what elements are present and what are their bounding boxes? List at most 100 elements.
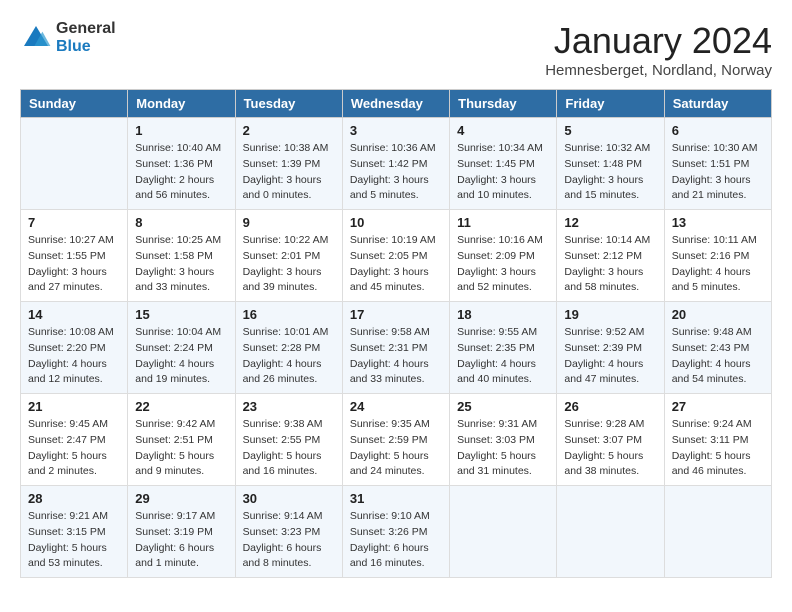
day-cell: 23 Sunrise: 9:38 AMSunset: 2:55 PMDayligh… xyxy=(235,394,342,486)
day-info: Sunrise: 10:22 AMSunset: 2:01 PMDaylight… xyxy=(243,233,335,296)
subtitle: Hemnesberget, Nordland, Norway xyxy=(545,62,772,79)
day-info: Sunrise: 10:36 AMSunset: 1:42 PMDaylight… xyxy=(350,141,442,204)
day-number: 1 xyxy=(135,123,227,138)
day-number: 31 xyxy=(350,491,442,506)
day-info: Sunrise: 10:14 AMSunset: 2:12 PMDaylight… xyxy=(564,233,656,296)
day-cell: 4 Sunrise: 10:34 AMSunset: 1:45 PMDayligh… xyxy=(450,118,557,210)
day-info: Sunrise: 10:01 AMSunset: 2:28 PMDaylight… xyxy=(243,325,335,388)
day-cell: 28Sunrise: 9:21 AMSunset: 3:15 PMDayligh… xyxy=(21,486,128,578)
day-info: Sunrise: 9:28 AMSunset: 3:07 PMDaylight:… xyxy=(564,417,656,480)
day-info: Sunrise: 10:04 AMSunset: 2:24 PMDaylight… xyxy=(135,325,227,388)
logo: General Blue xyxy=(20,20,116,55)
month-title: January 2024 xyxy=(545,20,772,62)
day-cell: 15Sunrise: 10:04 AMSunset: 2:24 PMDaylig… xyxy=(128,302,235,394)
day-cell: 8 Sunrise: 10:25 AMSunset: 1:58 PMDayligh… xyxy=(128,210,235,302)
day-cell: 22Sunrise: 9:42 AMSunset: 2:51 PMDayligh… xyxy=(128,394,235,486)
day-info: Sunrise: 9:10 AMSunset: 3:26 PMDaylight:… xyxy=(350,509,442,572)
day-cell: 2 Sunrise: 10:38 AMSunset: 1:39 PMDayligh… xyxy=(235,118,342,210)
day-number: 25 xyxy=(457,399,549,414)
day-info: Sunrise: 10:38 AMSunset: 1:39 PMDaylight… xyxy=(243,141,335,204)
day-info: Sunrise: 10:30 AMSunset: 1:51 PMDaylight… xyxy=(672,141,764,204)
day-number: 9 xyxy=(243,215,335,230)
day-info: Sunrise: 10:11 AMSunset: 2:16 PMDaylight… xyxy=(672,233,764,296)
day-info: Sunrise: 9:24 AMSunset: 3:11 PMDaylight:… xyxy=(672,417,764,480)
day-info: Sunrise: 9:55 AMSunset: 2:35 PMDaylight:… xyxy=(457,325,549,388)
day-number: 7 xyxy=(28,215,120,230)
day-cell xyxy=(557,486,664,578)
day-cell: 7 Sunrise: 10:27 AMSunset: 1:55 PMDayligh… xyxy=(21,210,128,302)
header: General Blue January 2024 Hemnesberget, … xyxy=(20,20,772,79)
day-number: 23 xyxy=(243,399,335,414)
day-number: 17 xyxy=(350,307,442,322)
day-number: 14 xyxy=(28,307,120,322)
day-number: 30 xyxy=(243,491,335,506)
day-number: 19 xyxy=(564,307,656,322)
day-cell xyxy=(450,486,557,578)
day-cell: 21 Sunrise: 9:45 AMSunset: 2:47 PMDayligh… xyxy=(21,394,128,486)
header-cell-monday: Monday xyxy=(128,90,235,118)
day-number: 13 xyxy=(672,215,764,230)
day-cell: 16 Sunrise: 10:01 AMSunset: 2:28 PMDaylig… xyxy=(235,302,342,394)
day-number: 11 xyxy=(457,215,549,230)
title-area: January 2024 Hemnesberget, Nordland, Nor… xyxy=(545,20,772,79)
day-cell: 13 Sunrise: 10:11 AMSunset: 2:16 PMDaylig… xyxy=(664,210,771,302)
day-cell: 11Sunrise: 10:16 AMSunset: 2:09 PMDaylig… xyxy=(450,210,557,302)
logo-blue: Blue xyxy=(56,38,116,56)
day-cell: 18 Sunrise: 9:55 AMSunset: 2:35 PMDayligh… xyxy=(450,302,557,394)
day-number: 27 xyxy=(672,399,764,414)
day-cell: 30 Sunrise: 9:14 AMSunset: 3:23 PMDayligh… xyxy=(235,486,342,578)
day-cell: 9 Sunrise: 10:22 AMSunset: 2:01 PMDayligh… xyxy=(235,210,342,302)
day-number: 20 xyxy=(672,307,764,322)
day-number: 10 xyxy=(350,215,442,230)
day-info: Sunrise: 10:32 AMSunset: 1:48 PMDaylight… xyxy=(564,141,656,204)
day-info: Sunrise: 10:25 AMSunset: 1:58 PMDaylight… xyxy=(135,233,227,296)
day-cell: 5 Sunrise: 10:32 AMSunset: 1:48 PMDayligh… xyxy=(557,118,664,210)
day-number: 26 xyxy=(564,399,656,414)
day-info: Sunrise: 9:38 AMSunset: 2:55 PMDaylight:… xyxy=(243,417,335,480)
day-cell xyxy=(664,486,771,578)
day-info: Sunrise: 9:45 AMSunset: 2:47 PMDaylight:… xyxy=(28,417,120,480)
day-number: 12 xyxy=(564,215,656,230)
day-number: 6 xyxy=(672,123,764,138)
day-cell: 17Sunrise: 9:58 AMSunset: 2:31 PMDayligh… xyxy=(342,302,449,394)
day-info: Sunrise: 9:48 AMSunset: 2:43 PMDaylight:… xyxy=(672,325,764,388)
calendar-table: SundayMondayTuesdayWednesdayThursdayFrid… xyxy=(20,89,772,578)
day-info: Sunrise: 9:42 AMSunset: 2:51 PMDaylight:… xyxy=(135,417,227,480)
day-cell xyxy=(21,118,128,210)
header-cell-wednesday: Wednesday xyxy=(342,90,449,118)
day-cell: 25 Sunrise: 9:31 AMSunset: 3:03 PMDayligh… xyxy=(450,394,557,486)
week-row-1: 1 Sunrise: 10:40 AMSunset: 1:36 PMDayligh… xyxy=(21,118,772,210)
day-cell: 26 Sunrise: 9:28 AMSunset: 3:07 PMDayligh… xyxy=(557,394,664,486)
day-info: Sunrise: 10:27 AMSunset: 1:55 PMDaylight… xyxy=(28,233,120,296)
logo-general: General xyxy=(56,20,116,38)
day-cell: 19 Sunrise: 9:52 AMSunset: 2:39 PMDayligh… xyxy=(557,302,664,394)
day-cell: 14 Sunrise: 10:08 AMSunset: 2:20 PMDaylig… xyxy=(21,302,128,394)
day-number: 21 xyxy=(28,399,120,414)
day-cell: 12 Sunrise: 10:14 AMSunset: 2:12 PMDaylig… xyxy=(557,210,664,302)
day-cell: 1 Sunrise: 10:40 AMSunset: 1:36 PMDayligh… xyxy=(128,118,235,210)
day-info: Sunrise: 10:40 AMSunset: 1:36 PMDaylight… xyxy=(135,141,227,204)
day-number: 5 xyxy=(564,123,656,138)
header-cell-saturday: Saturday xyxy=(664,90,771,118)
day-number: 2 xyxy=(243,123,335,138)
day-number: 3 xyxy=(350,123,442,138)
day-info: Sunrise: 10:19 AMSunset: 2:05 PMDaylight… xyxy=(350,233,442,296)
day-number: 18 xyxy=(457,307,549,322)
day-cell: 29Sunrise: 9:17 AMSunset: 3:19 PMDayligh… xyxy=(128,486,235,578)
day-info: Sunrise: 9:31 AMSunset: 3:03 PMDaylight:… xyxy=(457,417,549,480)
week-row-5: 28Sunrise: 9:21 AMSunset: 3:15 PMDayligh… xyxy=(21,486,772,578)
day-number: 4 xyxy=(457,123,549,138)
day-number: 16 xyxy=(243,307,335,322)
day-number: 8 xyxy=(135,215,227,230)
day-info: Sunrise: 9:52 AMSunset: 2:39 PMDaylight:… xyxy=(564,325,656,388)
day-cell: 24Sunrise: 9:35 AMSunset: 2:59 PMDayligh… xyxy=(342,394,449,486)
header-row: SundayMondayTuesdayWednesdayThursdayFrid… xyxy=(21,90,772,118)
day-cell: 10 Sunrise: 10:19 AMSunset: 2:05 PMDaylig… xyxy=(342,210,449,302)
header-cell-thursday: Thursday xyxy=(450,90,557,118)
day-info: Sunrise: 9:14 AMSunset: 3:23 PMDaylight:… xyxy=(243,509,335,572)
day-cell: 3 Sunrise: 10:36 AMSunset: 1:42 PMDayligh… xyxy=(342,118,449,210)
day-info: Sunrise: 10:08 AMSunset: 2:20 PMDaylight… xyxy=(28,325,120,388)
day-info: Sunrise: 10:34 AMSunset: 1:45 PMDaylight… xyxy=(457,141,549,204)
header-cell-tuesday: Tuesday xyxy=(235,90,342,118)
day-info: Sunrise: 9:35 AMSunset: 2:59 PMDaylight:… xyxy=(350,417,442,480)
